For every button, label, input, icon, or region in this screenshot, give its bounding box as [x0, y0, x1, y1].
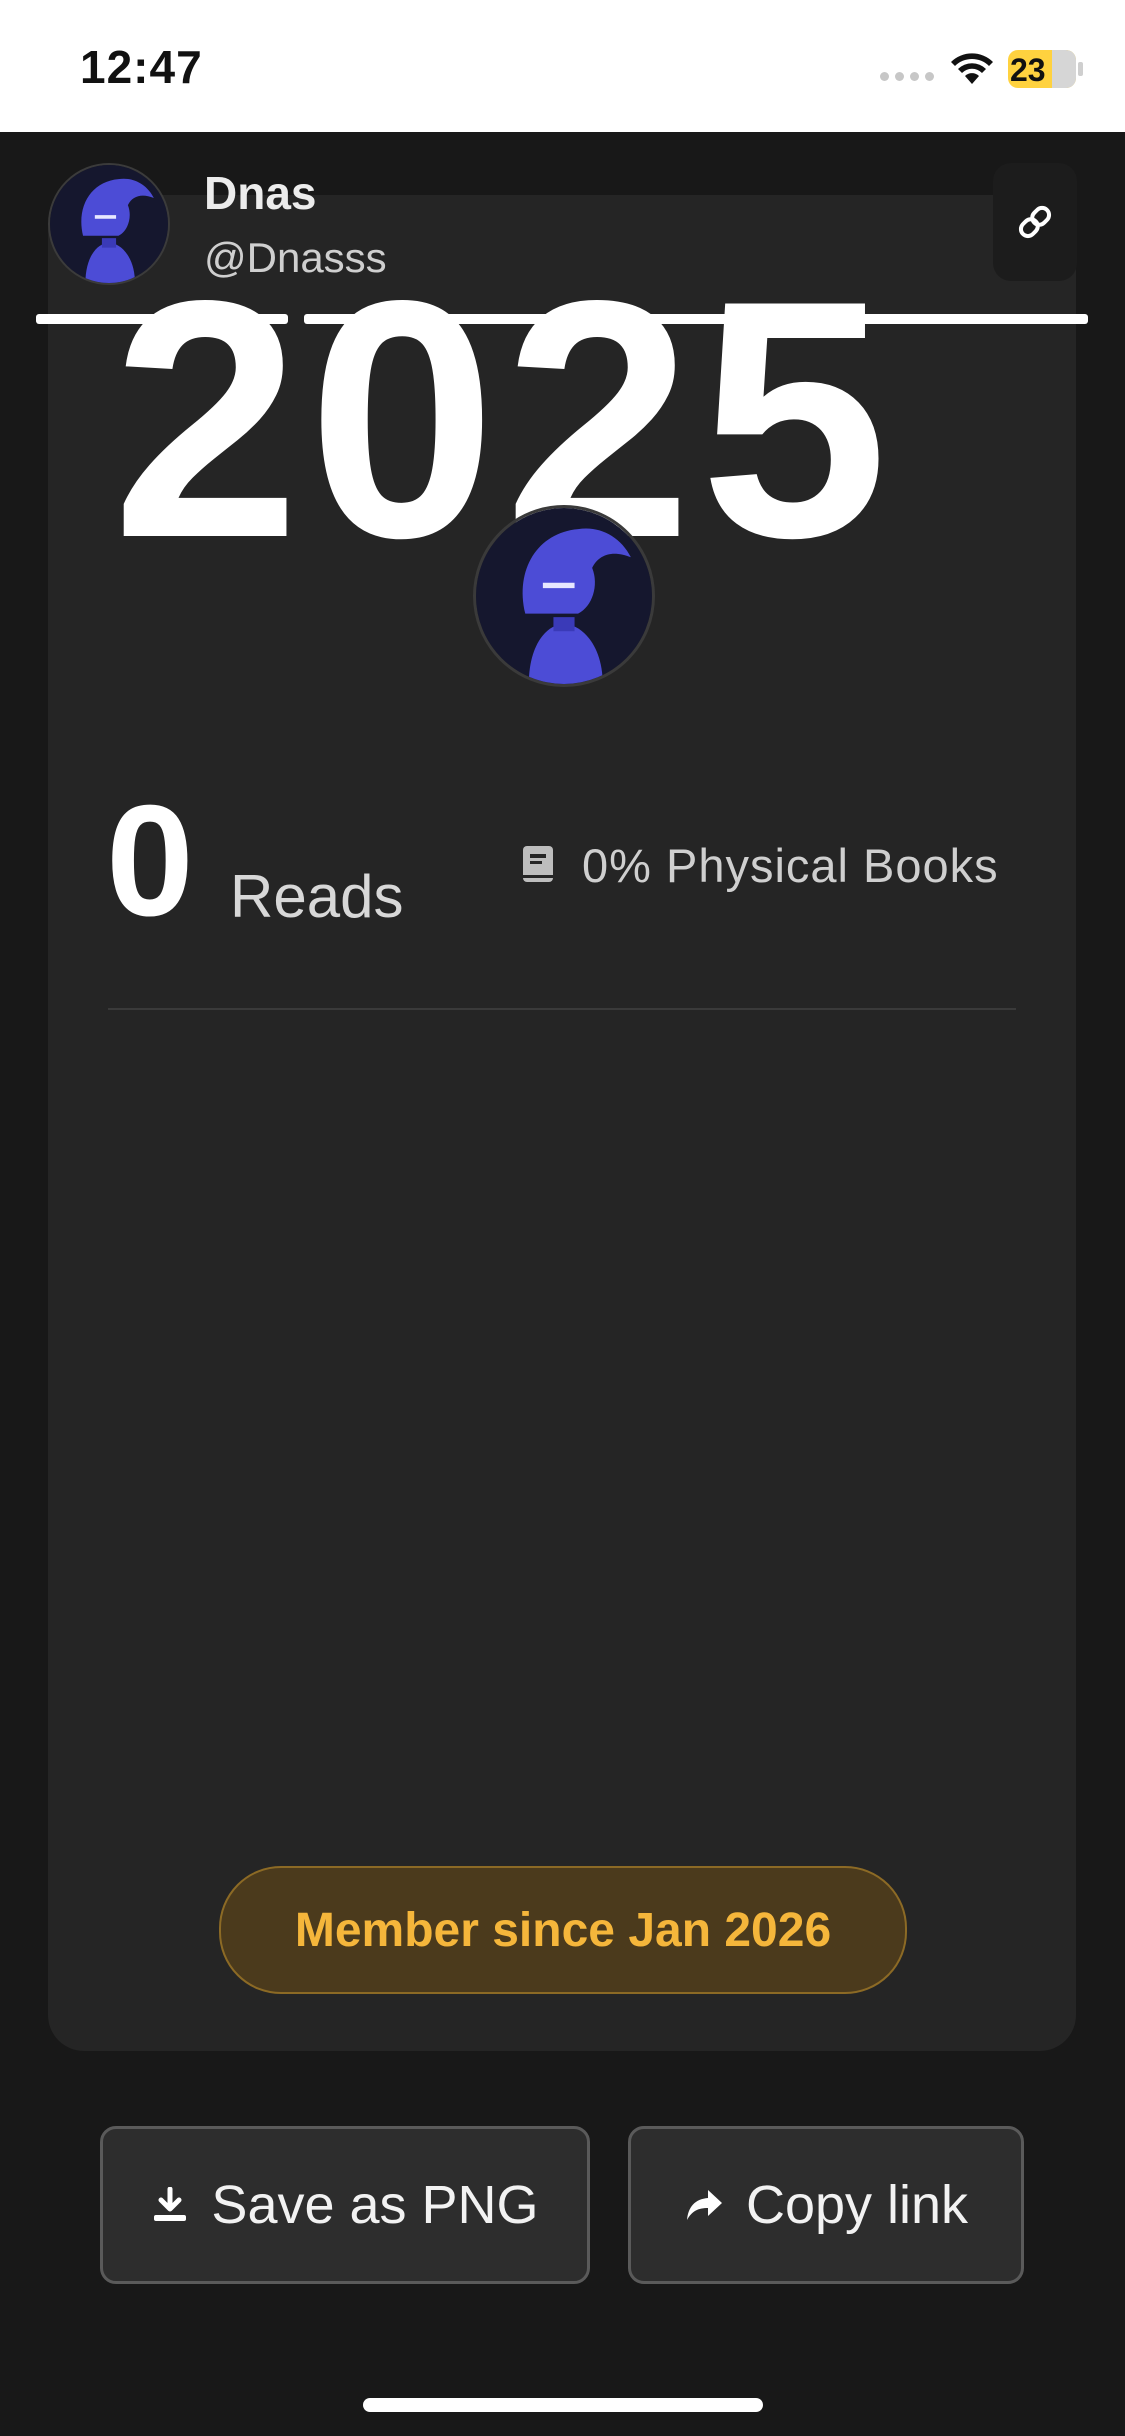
status-bar: 12:47 23: [0, 0, 1125, 132]
wifi-icon: [951, 53, 993, 84]
save-png-label: Save as PNG: [211, 2175, 539, 2235]
home-indicator[interactable]: [363, 2398, 763, 2412]
avatar-large-image: [476, 508, 652, 684]
copy-link-label: Copy link: [745, 2175, 969, 2235]
share-arrow-icon: [686, 2190, 722, 2220]
divider: [108, 1008, 1016, 1010]
battery-cap: [1078, 62, 1083, 76]
reads-count: 0: [106, 773, 194, 949]
battery-level: 23: [1010, 52, 1046, 88]
link-icon: [1018, 205, 1052, 239]
profile-name: Dnas: [204, 167, 317, 219]
status-time: 12:47: [80, 41, 203, 93]
member-since-text: Member since Jan 2026: [294, 1903, 832, 1957]
save-png-button[interactable]: Save as PNG: [100, 2126, 590, 2284]
download-icon: [154, 2187, 187, 2221]
member-since-badge: Member since Jan 2026: [219, 1866, 907, 1994]
copy-link-button[interactable]: Copy link: [628, 2126, 1024, 2284]
avatar-large: [473, 505, 655, 687]
book-icon: [523, 846, 553, 882]
reads-label: Reads: [230, 863, 404, 930]
physical-books-stat: 0% Physical Books: [582, 839, 999, 892]
signal-icon: [880, 72, 934, 81]
